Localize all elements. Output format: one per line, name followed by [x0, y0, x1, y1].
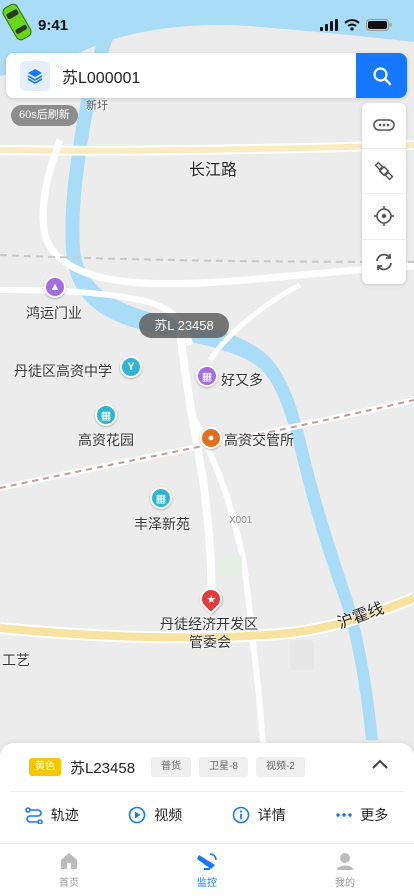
- tab-home[interactable]: 首页: [0, 844, 138, 896]
- map-label-econ-zone-2: 管委会: [189, 634, 231, 650]
- map-label-econ-zone-1: 丹徒经济开发区: [160, 616, 258, 632]
- locate-icon: [374, 206, 394, 227]
- poi-hongyun-icon[interactable]: ▲: [44, 276, 66, 298]
- search-input[interactable]: 苏L000001: [62, 64, 356, 88]
- card-divider: [10, 791, 404, 792]
- map-label-fengze: 丰泽新苑: [134, 516, 190, 532]
- tab-monitor-label: 监控: [197, 878, 217, 889]
- search-button[interactable]: [356, 53, 407, 98]
- traffic-icon: [373, 119, 395, 132]
- tag-satellite: 卫星-8: [199, 757, 248, 777]
- map-label-x001: X001: [229, 515, 253, 526]
- map-label-traffic-office: 高资交管所: [224, 432, 294, 448]
- traffic-toggle-button[interactable]: [362, 103, 406, 149]
- tab-home-label: 首页: [59, 878, 79, 889]
- status-icons: [320, 19, 392, 31]
- map-label-hongyun: 鸿运门业: [26, 305, 82, 321]
- tag-video: 视频-2: [255, 757, 305, 777]
- user-icon: [337, 853, 353, 870]
- wifi-icon: [344, 19, 360, 31]
- tab-mine-label: 我的: [335, 878, 355, 889]
- map-label-haoyouduo: 好又多: [221, 372, 263, 388]
- map-label-gaozi-garden: 高资花园: [78, 432, 134, 448]
- layers-button[interactable]: [20, 60, 50, 91]
- vehicle-actions: 轨迹 视频 详情 更多: [0, 793, 414, 837]
- search-bar: 苏L000001: [6, 53, 407, 98]
- tab-monitor[interactable]: 监控: [138, 844, 276, 896]
- video-label: 视频: [154, 807, 183, 823]
- track-button[interactable]: 轨迹: [0, 793, 104, 837]
- plate-color-badge: 黄色: [29, 758, 61, 776]
- status-time: 9:41: [38, 16, 69, 34]
- poi-haoyouduo-icon[interactable]: ▦: [196, 365, 218, 387]
- app-root: 新圩 长江路 ▲ 鸿运门业 丹徒区高资中学 Y ▦ 好又多 ▦ 高资花园 ● 高…: [0, 0, 414, 896]
- map-label-xinyu: 新圩: [86, 100, 108, 112]
- info-icon: [232, 806, 250, 824]
- video-button[interactable]: 视频: [104, 793, 208, 837]
- home-icon: [61, 853, 77, 869]
- details-button[interactable]: 详情: [207, 793, 311, 837]
- track-icon: [24, 807, 43, 824]
- chevron-up-icon[interactable]: [372, 759, 388, 769]
- more-button[interactable]: 更多: [311, 793, 414, 837]
- details-label: 详情: [257, 807, 286, 823]
- layers-icon: [27, 68, 43, 84]
- battery-icon: [366, 19, 392, 31]
- satellite-icon: [374, 161, 394, 181]
- map-label-changjiang-road: 长江路: [189, 162, 238, 179]
- tab-bar: 首页 监控 我的: [0, 843, 414, 896]
- map-label-gongyi: 工艺: [2, 652, 30, 668]
- map-tools: [362, 103, 406, 284]
- plate-number: 苏L23458: [70, 759, 136, 777]
- refresh-countdown-badge: 60s后刷新: [11, 105, 78, 126]
- poi-traffic-office-icon[interactable]: ●: [200, 427, 222, 449]
- radar-icon: [197, 853, 217, 870]
- vehicle-tooltip[interactable]: 苏L 23458: [139, 313, 229, 338]
- poi-fengze-icon[interactable]: ▦: [150, 487, 172, 509]
- tag-cargo-type: 普货: [151, 757, 192, 777]
- satellite-toggle-button[interactable]: [362, 149, 406, 194]
- locate-button[interactable]: [362, 194, 406, 240]
- refresh-icon: [376, 253, 392, 271]
- vehicle-card: 黄色 苏L23458 普货 卫星-8 视频-2 轨迹 视频 详情 更多: [0, 743, 414, 843]
- refresh-button[interactable]: [362, 240, 406, 285]
- vehicle-card-header: 黄色 苏L23458 普货 卫星-8 视频-2: [0, 743, 414, 791]
- poi-gaozi-garden-icon[interactable]: ▦: [95, 404, 117, 426]
- tab-mine[interactable]: 我的: [276, 844, 414, 896]
- poi-school-icon[interactable]: Y: [120, 356, 142, 378]
- status-bar: 9:41: [0, 0, 414, 50]
- signal-icon: [320, 19, 338, 31]
- search-icon: [372, 66, 391, 85]
- map-label-school: 丹徒区高资中学: [14, 363, 112, 379]
- more-label: 更多: [360, 807, 389, 823]
- more-dots-icon: [336, 813, 352, 817]
- play-icon: [128, 806, 146, 824]
- track-label: 轨迹: [50, 807, 79, 823]
